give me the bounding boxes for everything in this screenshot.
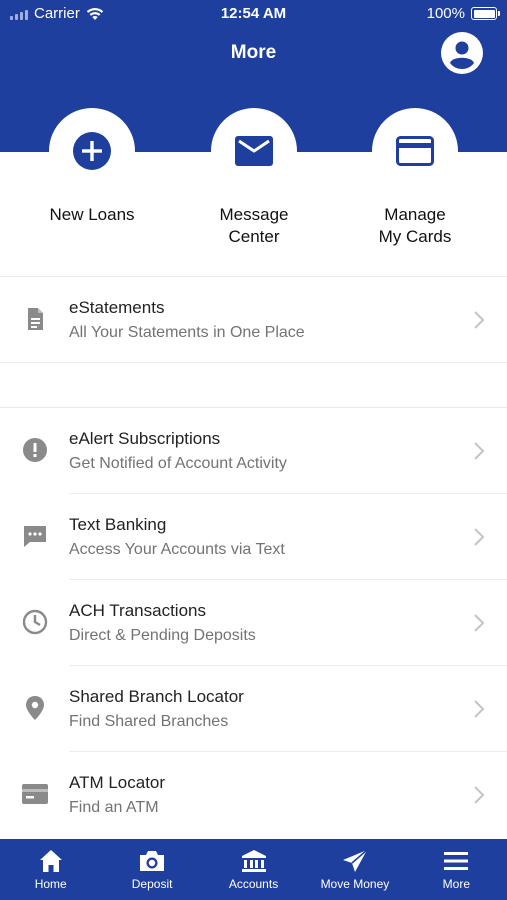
tab-move-money[interactable]: Move Money [304,839,405,900]
tab-accounts[interactable]: Accounts [203,839,304,900]
menu-item-ealert-subscriptions[interactable]: eAlert Subscriptions Get Notified of Acc… [0,408,507,493]
quick-action-circle [372,108,458,194]
menu-item-title: eStatements [69,298,165,317]
chevron-right-icon [474,528,485,546]
menu-item-estatements[interactable]: eStatements All Your Statements in One P… [0,277,507,362]
atm-card-icon [22,784,48,804]
tab-bar: Home Deposit Accounts Move Money More [0,839,507,900]
tab-label: More [442,877,470,891]
user-circle-icon [441,32,483,74]
quick-action-circle [211,108,297,194]
plus-circle-icon [73,132,111,170]
quick-action-new-loans[interactable]: New Loans [17,108,167,226]
status-right: 100% [426,5,500,22]
menu-item-subtitle: Find an ATM [69,799,159,816]
menu-item-title: Shared Branch Locator [69,687,244,706]
quick-action-label: Manage My Cards [378,205,452,246]
profile-button[interactable] [441,32,483,74]
menu-icon [444,852,469,870]
menu-item-title: ATM Locator [69,773,166,792]
menu-item-shared-branch-locator[interactable]: Shared Branch Locator Find Shared Branch… [0,666,507,751]
group-spacer [0,363,507,407]
page-title: More [230,42,277,63]
quick-action-circle [49,108,135,194]
menu-item-text-banking[interactable]: Text Banking Access Your Accounts via Te… [0,494,507,579]
menu-item-subtitle: All Your Statements in One Place [69,324,305,341]
location-pin-icon [26,696,44,720]
menu-item-subtitle: Find Shared Branches [69,713,229,730]
menu-item-ach-transactions[interactable]: ACH Transactions Direct & Pending Deposi… [0,580,507,665]
tab-selected-indicator [415,832,495,838]
home-icon [39,850,62,872]
tab-label: Deposit [131,877,173,891]
chevron-right-icon [474,786,485,804]
chevron-right-icon [474,700,485,718]
tab-more[interactable]: More [406,839,507,900]
paper-plane-icon [342,849,368,872]
battery-icon [471,7,500,20]
menu-item-atm-locator[interactable]: ATM Locator Find an ATM [0,752,507,837]
menu-item-title: ACH Transactions [69,601,206,620]
menu-item-subtitle: Access Your Accounts via Text [69,541,285,558]
chevron-right-icon [474,614,485,632]
camera-icon [140,851,165,871]
menu-item-title: Text Banking [69,515,167,534]
tab-label: Accounts [228,877,279,891]
tab-label: Move Money [320,877,390,891]
quick-action-label: Message Center [219,205,289,246]
clock-icon [22,609,48,635]
tab-label: Home [34,877,67,891]
tab-home[interactable]: Home [0,839,101,900]
chevron-right-icon [474,442,485,460]
chat-icon [24,526,46,547]
chevron-right-icon [474,311,485,329]
credit-card-icon [396,136,434,166]
status-bar: Carrier 12:54 AM 100% [0,0,507,28]
menu-list: eStatements All Your Statements in One P… [0,276,507,837]
quick-action-label: New Loans [49,205,135,224]
tab-deposit[interactable]: Deposit [101,839,202,900]
quick-action-message-center[interactable]: Message Center [179,108,329,248]
menu-item-subtitle: Get Notified of Account Activity [69,455,287,472]
envelope-icon [235,136,273,166]
menu-item-title: eAlert Subscriptions [69,429,221,448]
quick-action-manage-cards[interactable]: Manage My Cards [340,108,490,248]
document-icon [28,308,43,330]
battery-percent: 100% [426,5,465,22]
bank-icon [241,850,266,872]
menu-item-subtitle: Direct & Pending Deposits [69,627,256,644]
alert-icon [23,438,47,462]
